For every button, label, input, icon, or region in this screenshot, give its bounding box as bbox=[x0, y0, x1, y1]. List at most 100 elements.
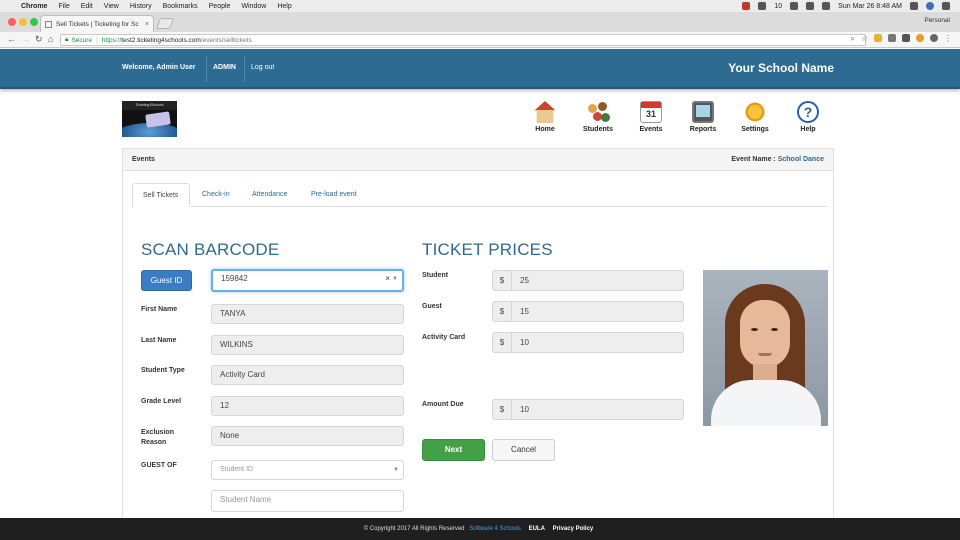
tab-attendance[interactable]: Attendance bbox=[242, 183, 297, 207]
software4schools-link[interactable]: Software 4 Schools bbox=[469, 526, 521, 532]
price-label-activity-card: Activity Card bbox=[422, 334, 466, 341]
last-name-field[interactable]: WILKINS bbox=[211, 335, 404, 355]
grade-level-label: Grade Level bbox=[141, 398, 182, 405]
next-button[interactable]: Next bbox=[422, 439, 485, 461]
chevron-down-icon[interactable]: ▼ bbox=[393, 461, 399, 479]
menu-file[interactable]: File bbox=[58, 3, 69, 10]
tab-sell-tickets[interactable]: Sell Tickets bbox=[132, 183, 190, 207]
user-icon[interactable] bbox=[926, 2, 934, 10]
nav-settings[interactable]: Settings bbox=[732, 101, 778, 133]
lock-icon: 🔒︎ bbox=[65, 36, 69, 43]
zoom-window-button[interactable] bbox=[30, 18, 38, 26]
profile-label[interactable]: Personal bbox=[924, 17, 950, 24]
cookie-icon[interactable] bbox=[916, 34, 924, 42]
guest-id-button[interactable]: Guest ID bbox=[141, 270, 192, 291]
chevron-down-icon[interactable]: ▼ bbox=[392, 271, 398, 287]
tab-preload-event[interactable]: Pre-load event bbox=[301, 183, 367, 207]
menu-view[interactable]: View bbox=[104, 3, 119, 10]
nav-students-label: Students bbox=[583, 126, 613, 133]
clear-icon[interactable]: × bbox=[385, 271, 390, 287]
barcode-value: 159842 bbox=[221, 274, 248, 283]
price-label-student: Student bbox=[422, 272, 449, 279]
menu-help[interactable]: Help bbox=[277, 3, 291, 10]
toolbar-icons: ⌕ ☆ ⋮ bbox=[850, 34, 952, 44]
scan-barcode-heading: SCAN BARCODE bbox=[141, 240, 280, 259]
display-icon[interactable] bbox=[822, 2, 831, 10]
nav-settings-label: Settings bbox=[741, 126, 769, 133]
privacy-policy-link[interactable]: Privacy Policy bbox=[553, 526, 594, 532]
nav-home[interactable]: Home bbox=[522, 101, 568, 133]
panel-title: Events bbox=[132, 156, 155, 163]
menu-edit[interactable]: Edit bbox=[81, 3, 93, 10]
currency-addon: $ bbox=[492, 301, 512, 322]
currency-addon: $ bbox=[492, 399, 512, 420]
search-icon[interactable] bbox=[910, 2, 918, 10]
kebab-menu-icon[interactable]: ⋮ bbox=[944, 34, 952, 44]
browser-tab[interactable]: Sell Tickets | Ticketing for Sc × bbox=[40, 15, 154, 32]
menu-app[interactable]: Chrome bbox=[21, 3, 47, 10]
grade-level-field[interactable]: 12 bbox=[211, 396, 404, 416]
price-student-field[interactable]: $ 25 bbox=[492, 270, 684, 291]
student-name-input[interactable]: Student Name bbox=[211, 490, 404, 512]
back-icon[interactable]: ← bbox=[7, 34, 16, 44]
student-type-label: Student Type bbox=[141, 367, 185, 374]
currency-addon: $ bbox=[492, 332, 512, 353]
event-name-value: School Dance bbox=[777, 156, 824, 163]
status-area: 10 Sun Mar 26 8:48 AM bbox=[742, 0, 950, 12]
reload-icon[interactable]: ↻ bbox=[35, 34, 43, 45]
price-guest-field[interactable]: $ 15 bbox=[492, 301, 684, 322]
cancel-button[interactable]: Cancel bbox=[492, 439, 555, 461]
student-type-field[interactable]: Activity Card bbox=[211, 365, 404, 385]
mac-menu-bar: Chrome File Edit View History Bookmarks … bbox=[0, 0, 960, 12]
volume-icon[interactable] bbox=[790, 2, 799, 10]
eyedropper-icon[interactable] bbox=[888, 34, 896, 42]
menu-list-icon[interactable] bbox=[942, 2, 950, 10]
help-icon: ? bbox=[797, 101, 819, 123]
minimize-window-button[interactable] bbox=[19, 18, 27, 26]
tab-bar: Sell Tickets Check-in Attendance Pre-loa… bbox=[132, 183, 826, 207]
gear-extension-icon[interactable] bbox=[902, 34, 910, 42]
url-host: test2.ticketing4schools.com bbox=[121, 36, 201, 44]
menu-history[interactable]: History bbox=[130, 3, 152, 10]
gmail-count[interactable]: 10 bbox=[774, 3, 782, 10]
barcode-select[interactable]: 159842 × ▼ bbox=[211, 269, 404, 292]
first-name-field[interactable]: TANYA bbox=[211, 304, 404, 324]
forward-icon[interactable]: → bbox=[21, 34, 30, 44]
wifi-icon[interactable] bbox=[806, 2, 815, 10]
info-icon[interactable] bbox=[758, 2, 767, 10]
eula-link[interactable]: EULA bbox=[529, 526, 545, 532]
amount-due-value: 10 bbox=[512, 399, 684, 420]
price-activity-card-value: 10 bbox=[512, 332, 684, 353]
menu-bookmarks[interactable]: Bookmarks bbox=[163, 3, 198, 10]
address-bar[interactable]: 🔒︎ Secure | https:// test2.ticketing4sch… bbox=[60, 34, 866, 46]
recording-icon[interactable] bbox=[742, 2, 751, 10]
nav-events-label: Events bbox=[639, 126, 663, 133]
guest-of-select[interactable]: Student ID ▼ bbox=[211, 460, 404, 480]
star-icon[interactable]: ☆ bbox=[861, 34, 868, 44]
zoom-icon[interactable]: ⌕ bbox=[850, 34, 854, 44]
admin-link[interactable]: ADMIN bbox=[213, 64, 236, 71]
extension-icon[interactable] bbox=[874, 34, 882, 42]
logout-link[interactable]: Log out bbox=[251, 64, 274, 71]
nav-students[interactable]: Students bbox=[575, 101, 621, 133]
price-activity-card-field[interactable]: $ 10 bbox=[492, 332, 684, 353]
app-header: Welcome, Admin User ADMIN Log out Your S… bbox=[0, 49, 960, 89]
clock[interactable]: Sun Mar 26 8:48 AM bbox=[838, 3, 902, 10]
home-icon[interactable]: ⌂ bbox=[48, 34, 53, 44]
app-logo[interactable]: Ticketing4Schools bbox=[122, 101, 177, 137]
nav-help[interactable]: ? Help bbox=[785, 101, 831, 133]
nav-events[interactable]: 31 Events bbox=[628, 101, 674, 133]
price-guest-value: 15 bbox=[512, 301, 684, 322]
exclusion-reason-field[interactable]: None bbox=[211, 426, 404, 446]
nav-reports[interactable]: Reports bbox=[680, 101, 726, 133]
menu-window[interactable]: Window bbox=[241, 3, 266, 10]
close-tab-icon[interactable]: × bbox=[145, 21, 149, 28]
info-extension-icon[interactable] bbox=[930, 34, 938, 42]
amount-due-field[interactable]: $ 10 bbox=[492, 399, 684, 420]
tab-check-in[interactable]: Check-in bbox=[192, 183, 240, 207]
home-icon bbox=[534, 101, 556, 123]
close-window-button[interactable] bbox=[8, 18, 16, 26]
divider bbox=[206, 56, 207, 82]
menu-people[interactable]: People bbox=[209, 3, 231, 10]
new-tab-button[interactable] bbox=[155, 18, 175, 29]
